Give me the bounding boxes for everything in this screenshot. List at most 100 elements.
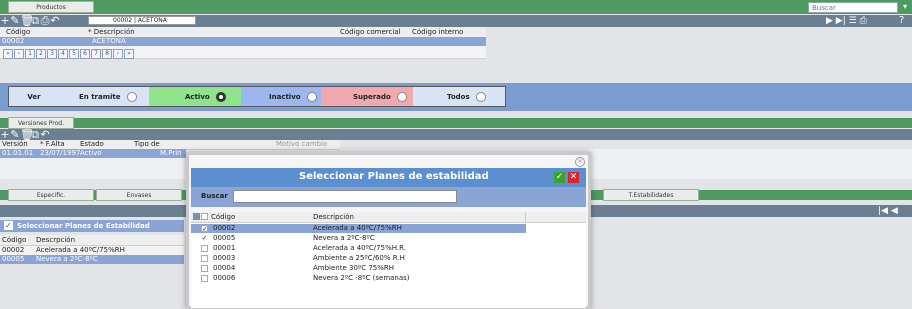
radio-icon[interactable] bbox=[306, 92, 317, 102]
filter-option-label: Inactivo bbox=[269, 93, 301, 101]
row-descripcion: Ambiente 30ºC 75%RH bbox=[313, 264, 395, 272]
column-header-codigo[interactable]: Código bbox=[211, 213, 235, 221]
filter-option-label: Todos bbox=[447, 93, 470, 101]
table-row[interactable]: 00002 ACETONA bbox=[0, 37, 486, 46]
page-button[interactable]: 3 bbox=[47, 49, 57, 59]
column-header-tipo[interactable]: Tipo de bbox=[134, 140, 160, 148]
column-header-descripcion[interactable]: * Descripción bbox=[88, 28, 135, 36]
row-codigo: 00002 bbox=[213, 224, 236, 232]
row-descripcion: Nevera a 2ºC-8ºC bbox=[36, 255, 98, 263]
modal-search-bar: Buscar bbox=[191, 187, 586, 207]
record-field[interactable]: 00002 | ACETONA bbox=[88, 16, 196, 25]
row-codigo: 00005 bbox=[2, 255, 25, 263]
row-checkbox-checked[interactable]: ✓ bbox=[201, 225, 208, 233]
list-view-icon[interactable]: ☰ bbox=[849, 16, 857, 26]
page-button[interactable]: 4 bbox=[58, 49, 68, 59]
column-header-codigo[interactable]: Código bbox=[2, 236, 26, 244]
table-row[interactable]: 00004 Ambiente 30ºC 75%RH bbox=[191, 264, 526, 273]
row-codigo: 00005 bbox=[213, 234, 236, 242]
collapse-icon[interactable] bbox=[193, 213, 200, 220]
checkbox-checked-icon[interactable]: ✓ bbox=[4, 221, 13, 230]
row-descripcion: Nevera a 2ºC-8ºC bbox=[313, 234, 375, 242]
row-checkbox[interactable] bbox=[201, 255, 208, 262]
first-page-icon[interactable]: |◀ ◀ bbox=[878, 205, 898, 217]
radio-selected-icon[interactable] bbox=[215, 92, 226, 102]
table-row[interactable]: 01.01.01 23/07/1997 Activo M.Prin bbox=[0, 149, 186, 158]
chevron-down-icon[interactable]: ▾ bbox=[903, 2, 909, 12]
undo-icon[interactable]: ↶ bbox=[50, 15, 60, 27]
left-panel-titlebar: ✓ Seleccionar Planes de Estabilidad bbox=[0, 220, 184, 232]
row-codigo: 00002 bbox=[2, 246, 25, 254]
confirm-check-icon[interactable]: ✓ bbox=[554, 172, 565, 183]
row-checkbox[interactable] bbox=[201, 275, 208, 282]
filter-option-inactivo[interactable]: Inactivo bbox=[241, 87, 321, 106]
page-prev-button[interactable]: ‹ bbox=[14, 49, 24, 59]
page-last-button[interactable]: » bbox=[124, 49, 134, 59]
table-row[interactable]: 00003 Ambiente a 25ºC/60% R.H bbox=[191, 254, 526, 263]
column-header-codigo-interno[interactable]: Código interno bbox=[412, 28, 463, 36]
filter-option-en-tramite[interactable]: En tramite bbox=[59, 87, 149, 106]
row-checkbox[interactable] bbox=[201, 245, 208, 252]
row-checkbox-checked[interactable]: ✓ bbox=[201, 235, 208, 242]
next-icon[interactable]: ▶ bbox=[826, 16, 833, 26]
cancel-x-icon[interactable]: ✕ bbox=[568, 172, 579, 183]
page-button[interactable]: 6 bbox=[80, 49, 90, 59]
export-icon[interactable]: ⎙ bbox=[860, 16, 867, 26]
filter-option-label: En tramite bbox=[79, 93, 121, 101]
tab-especific[interactable]: Especific. bbox=[8, 189, 94, 201]
column-header-version[interactable]: Versión bbox=[2, 140, 28, 148]
toolbar-right-icons: ▶ ▶| ☰ ⎙ bbox=[826, 15, 896, 27]
versions-bar bbox=[0, 118, 912, 128]
page-button[interactable]: 7 bbox=[91, 49, 101, 59]
select-all-checkbox[interactable] bbox=[201, 213, 208, 220]
edit-icon[interactable]: ✎ bbox=[10, 15, 20, 27]
tab-envases[interactable]: Envases bbox=[96, 189, 182, 201]
row-codigo: 00006 bbox=[213, 274, 236, 282]
table-row[interactable]: 00002 Acelerada a 40ºC/75%RH bbox=[0, 246, 184, 255]
select-stability-plans-modal: × Seleccionar Planes de estabilidad ✓ ✕ … bbox=[186, 152, 591, 309]
column-header-codigo[interactable]: Código bbox=[6, 28, 30, 36]
add-icon[interactable]: + bbox=[0, 15, 10, 27]
table-row[interactable]: 00001 Acelerada a 40ºC/75%H.R. bbox=[191, 244, 526, 253]
column-header-motivo[interactable]: Motivo cambio bbox=[276, 140, 327, 148]
page-button[interactable]: 1 bbox=[25, 49, 35, 59]
table-row[interactable]: ✓ 00002 Acelerada a 40ºC/75%RH bbox=[191, 224, 526, 233]
radio-icon[interactable] bbox=[126, 92, 137, 102]
delete-icon[interactable]: 🗑 bbox=[20, 15, 34, 27]
page-button[interactable]: 8 bbox=[102, 49, 112, 59]
column-header-descripcion[interactable]: Descrpción bbox=[36, 236, 75, 244]
table-row[interactable]: 00006 Nevera 2ºC -8ºC (semanas) bbox=[191, 274, 526, 283]
page-first-button[interactable]: « bbox=[3, 49, 13, 59]
column-header-estado[interactable]: Estado bbox=[80, 140, 104, 148]
table-row[interactable]: 00005 Nevera a 2ºC-8ºC bbox=[0, 255, 184, 264]
page-next-button[interactable]: › bbox=[113, 49, 123, 59]
tab-productos[interactable]: Productos bbox=[8, 1, 94, 13]
column-header-codigo-comercial[interactable]: Código comercial bbox=[340, 28, 401, 36]
row-descripcion: Acelerada a 40ºC/75%RH bbox=[313, 224, 402, 232]
row-codigo: 00002 bbox=[2, 37, 25, 45]
column-divider bbox=[525, 212, 526, 222]
close-icon[interactable]: × bbox=[575, 157, 585, 167]
row-checkbox[interactable] bbox=[201, 265, 208, 272]
radio-icon[interactable] bbox=[396, 92, 407, 102]
filter-option-activo[interactable]: Activo bbox=[149, 87, 241, 106]
print-icon[interactable]: ⎙ bbox=[40, 15, 50, 27]
tab-estabilidades[interactable]: T.Estabilidades bbox=[603, 189, 699, 201]
search-input[interactable]: Buscar bbox=[808, 2, 898, 13]
column-header-fecha-alta[interactable]: * F.Alta bbox=[40, 140, 65, 148]
copy-icon[interactable]: ⧉ bbox=[30, 15, 40, 27]
filter-option-todos[interactable]: Todos bbox=[413, 87, 505, 106]
help-icon[interactable]: ? bbox=[899, 15, 904, 27]
filter-ver-label: Ver bbox=[27, 93, 41, 101]
filter-option-superado[interactable]: Superado bbox=[321, 87, 413, 106]
page-button[interactable]: 2 bbox=[36, 49, 46, 59]
table-row[interactable]: ✓ 00005 Nevera a 2ºC-8ºC bbox=[191, 234, 526, 243]
row-codigo: 00003 bbox=[213, 254, 236, 262]
last-icon[interactable]: ▶| bbox=[836, 16, 846, 26]
pagination: «‹ 1 2 3 4 5 6 7 8 ›» bbox=[3, 48, 163, 59]
radio-icon[interactable] bbox=[475, 92, 486, 102]
column-header-descripcion[interactable]: Descripción bbox=[313, 213, 354, 221]
modal-search-input[interactable] bbox=[233, 190, 457, 203]
row-version: 01.01.01 bbox=[2, 149, 34, 157]
page-button[interactable]: 5 bbox=[69, 49, 79, 59]
